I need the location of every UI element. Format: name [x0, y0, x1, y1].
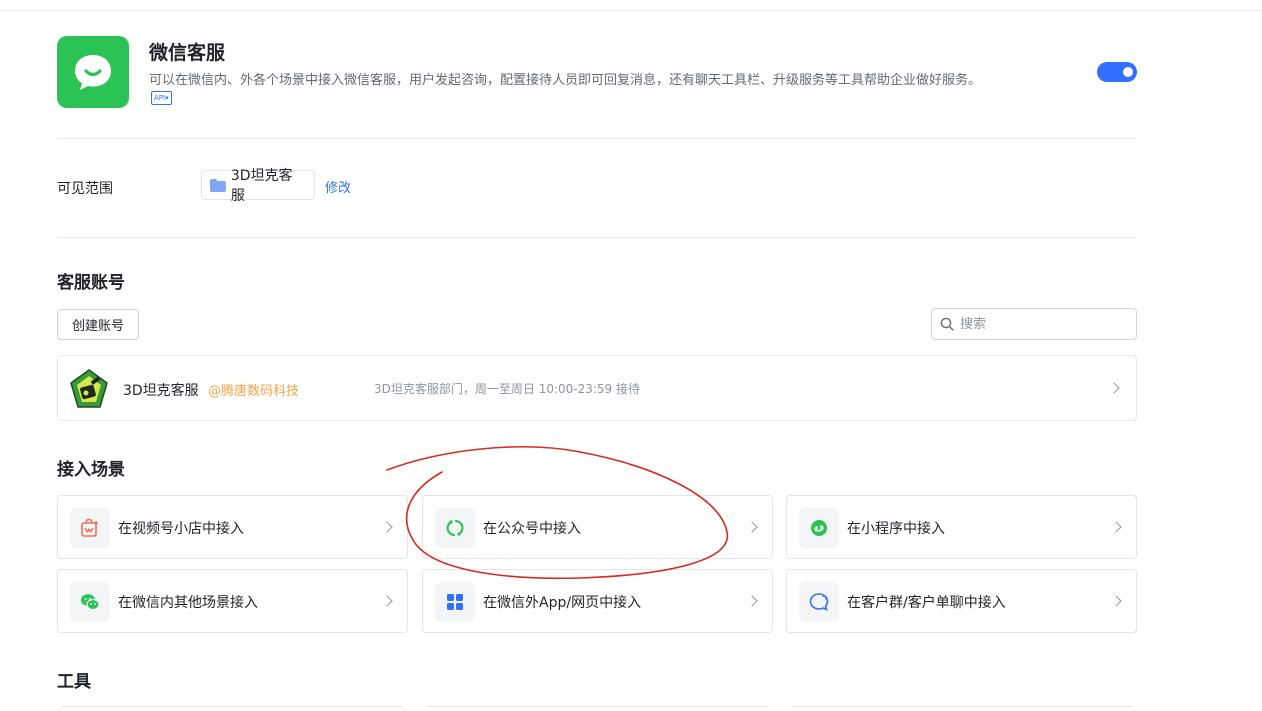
- search-box: [931, 308, 1137, 340]
- account-name: 3D坦克客服: [123, 383, 199, 399]
- mini-program-icon: [811, 520, 827, 536]
- scene-icon-bg: [799, 508, 839, 548]
- chevron-right-icon: [746, 521, 758, 533]
- scene-card-official-account[interactable]: 在公众号中接入: [422, 495, 773, 559]
- enable-toggle[interactable]: [1097, 62, 1137, 82]
- scene-icon-bg: [799, 582, 839, 622]
- scope-label: 可见范围: [57, 181, 113, 197]
- scene-label: 在微信外App/网页中接入: [483, 595, 642, 611]
- scope-chip-text: 3D坦克客服: [230, 168, 293, 204]
- divider: [57, 138, 1137, 139]
- toggle-knob: [1123, 67, 1133, 77]
- chevron-down-icon: ▾: [165, 94, 169, 102]
- scene-label: 在客户群/客户单聊中接入: [847, 595, 1006, 611]
- divider: [57, 237, 1137, 238]
- scenes-section-title: 接入场景: [57, 460, 125, 480]
- chat-bubble-logo-icon: [75, 55, 111, 90]
- create-account-button[interactable]: 创建账号: [57, 309, 139, 340]
- chevron-right-icon: [1110, 595, 1122, 607]
- api-badge-label: API: [154, 94, 166, 102]
- app-title: 微信客服: [149, 42, 226, 64]
- search-input[interactable]: [958, 315, 1122, 333]
- account-org: @腾唐数码科技: [208, 384, 300, 399]
- scope-chip: 3D坦克客服: [201, 168, 315, 204]
- chat-bubble-icon: [809, 593, 829, 611]
- accounts-section-title: 客服账号: [57, 273, 125, 293]
- tools-section-title: 工具: [57, 672, 91, 692]
- app-grid-icon: [447, 594, 463, 610]
- scene-icon-bg: [435, 582, 475, 622]
- scene-label: 在公众号中接入: [483, 521, 581, 537]
- tool-card[interactable]: [791, 706, 1131, 711]
- wechat-kefu-logo: [57, 36, 129, 108]
- chevron-right-icon: [746, 595, 758, 607]
- tool-card[interactable]: [62, 706, 402, 711]
- scene-icon-bg: [70, 582, 110, 622]
- scene-label: 在微信内其他场景接入: [118, 595, 258, 611]
- account-info: 3D坦克客服部门，周一至周日 10:00-23:59 接待: [374, 382, 640, 396]
- scene-card-mini-program[interactable]: 在小程序中接入: [786, 495, 1137, 559]
- tool-card[interactable]: [427, 706, 767, 711]
- api-badge[interactable]: API▾: [151, 91, 172, 105]
- chevron-right-icon: [381, 595, 393, 607]
- account-row[interactable]: 3D坦克客服 @腾唐数码科技 3D坦克客服部门，周一至周日 10:00-23:5…: [57, 355, 1137, 421]
- chevron-right-icon: [1110, 521, 1122, 533]
- scene-icon-bg: [435, 508, 475, 548]
- wechat-icon: [81, 594, 100, 611]
- scene-icon-bg: [70, 508, 110, 548]
- app-description: 可以在微信内、外各个场景中接入微信客服，用户发起咨询，配置接待人员即可回复消息，…: [149, 73, 982, 88]
- tank-avatar-icon: [70, 369, 108, 408]
- scene-card-wechat-other[interactable]: 在微信内其他场景接入: [57, 569, 408, 633]
- scene-label: 在视频号小店中接入: [118, 521, 244, 537]
- scene-card-external-app[interactable]: 在微信外App/网页中接入: [422, 569, 773, 633]
- scene-card-video-shop[interactable]: 在视频号小店中接入: [57, 495, 408, 559]
- shop-icon: [81, 518, 98, 537]
- chevron-right-icon: [1108, 382, 1120, 394]
- chevron-right-icon: [381, 521, 393, 533]
- scene-card-customer-group[interactable]: 在客户群/客户单聊中接入: [786, 569, 1137, 633]
- search-icon: [940, 317, 954, 331]
- top-divider: [0, 10, 1262, 11]
- official-account-icon: [446, 519, 464, 537]
- edit-scope-link[interactable]: 修改: [325, 177, 351, 196]
- folder-icon: [210, 178, 226, 192]
- scene-label: 在小程序中接入: [847, 521, 945, 537]
